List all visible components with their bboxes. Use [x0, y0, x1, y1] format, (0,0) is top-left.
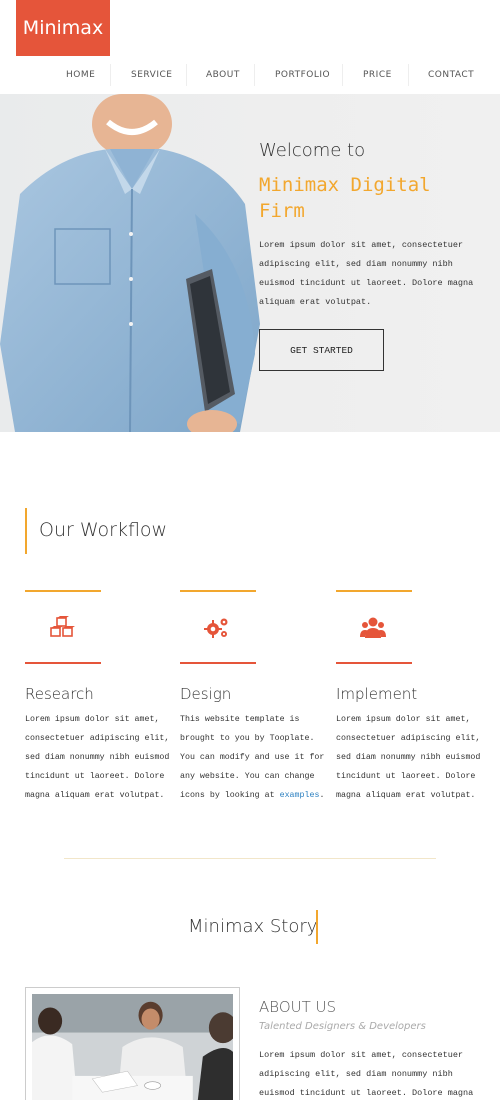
hero-description: Lorem ipsum dolor sit amet, consectetuer…	[259, 240, 474, 307]
section-accent-bar	[316, 910, 318, 944]
main-nav: HOME SERVICE ABOUT PORTFOLIO PRICE CONTA…	[0, 64, 500, 86]
about-us-subtitle: Talented Designers & Developers	[259, 1021, 426, 1032]
workflow-section-title: Our Workflow	[39, 519, 168, 541]
nav-portfolio[interactable]: PORTFOLIO	[275, 70, 330, 80]
column-title: Research	[25, 685, 94, 703]
nav-service[interactable]: SERVICE	[131, 70, 172, 80]
nav-divider	[110, 64, 111, 86]
column-title: Design	[180, 685, 232, 703]
column-bottom-line	[336, 662, 412, 664]
nav-divider	[254, 64, 255, 86]
column-text: Lorem ipsum dolor sit amet, consectetuer…	[336, 715, 481, 800]
about-us-text: Lorem ipsum dolor sit amet, consectetuer…	[259, 1050, 474, 1098]
nav-home[interactable]: HOME	[66, 70, 95, 80]
column-text: Lorem ipsum dolor sit amet, consectetuer…	[25, 715, 170, 800]
hero-welcome-text: Welcome to	[259, 140, 366, 161]
hero-person-image	[0, 94, 260, 432]
hero-title: Minimax Digital Firm	[259, 174, 431, 222]
nav-divider	[186, 64, 187, 86]
team-meeting-image	[32, 994, 238, 1100]
story-section-title: Minimax Story	[188, 916, 318, 937]
hero-section: Welcome to Minimax Digital Firm Lorem ip…	[0, 94, 500, 432]
column-text: This website template is brought to you …	[180, 710, 325, 805]
users-icon	[360, 617, 386, 638]
site-logo[interactable]: Minimax	[16, 0, 110, 56]
column-top-line	[25, 590, 101, 592]
gears-icon	[204, 618, 228, 638]
cubes-icon	[50, 616, 75, 637]
section-divider	[64, 858, 436, 859]
nav-divider	[342, 64, 343, 86]
story-image-frame	[25, 987, 240, 1100]
about-us-title: ABOUT US	[259, 998, 337, 1016]
nav-price[interactable]: PRICE	[363, 70, 392, 80]
column-text-body: This website template is brought to you …	[180, 715, 325, 800]
get-started-button[interactable]: GET STARTED	[259, 329, 384, 371]
column-text-end: .	[319, 791, 325, 800]
nav-about[interactable]: ABOUT	[206, 70, 240, 80]
examples-link[interactable]: examples	[280, 791, 320, 800]
column-title: Implement	[336, 685, 418, 703]
nav-divider	[408, 64, 409, 86]
nav-contact[interactable]: CONTACT	[428, 70, 474, 80]
column-top-line	[336, 590, 412, 592]
section-accent-bar	[25, 508, 27, 554]
column-bottom-line	[180, 662, 256, 664]
column-top-line	[180, 590, 256, 592]
column-bottom-line	[25, 662, 101, 664]
